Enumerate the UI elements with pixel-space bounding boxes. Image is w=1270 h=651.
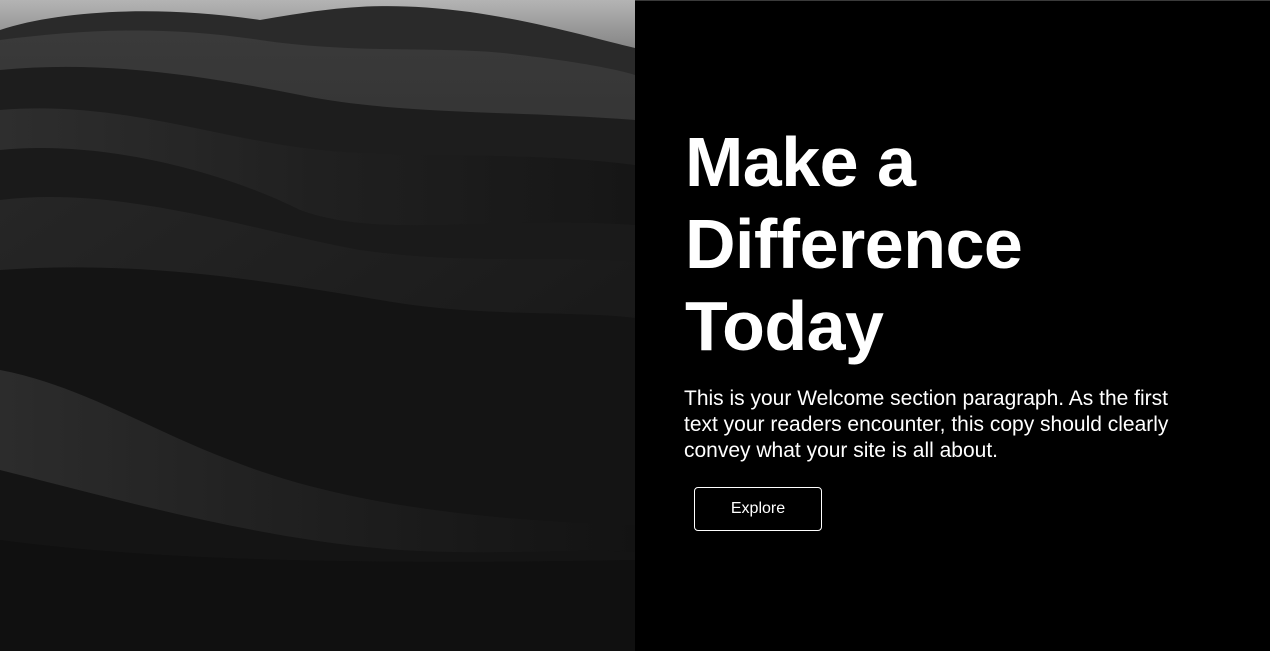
explore-button[interactable]: Explore — [694, 487, 822, 531]
page: Make a Difference Today This is your Wel… — [0, 0, 1270, 651]
headline: Make a Difference Today — [685, 121, 1225, 367]
welcome-section: Make a Difference Today This is your Wel… — [635, 0, 1270, 651]
hero-image — [0, 0, 635, 651]
headline-line-3: Today — [685, 287, 884, 365]
welcome-paragraph: This is your Welcome section paragraph. … — [684, 387, 1169, 462]
dunes-illustration — [0, 0, 635, 651]
headline-line-2: Difference — [685, 205, 1023, 283]
headline-line-1: Make a — [685, 123, 916, 201]
